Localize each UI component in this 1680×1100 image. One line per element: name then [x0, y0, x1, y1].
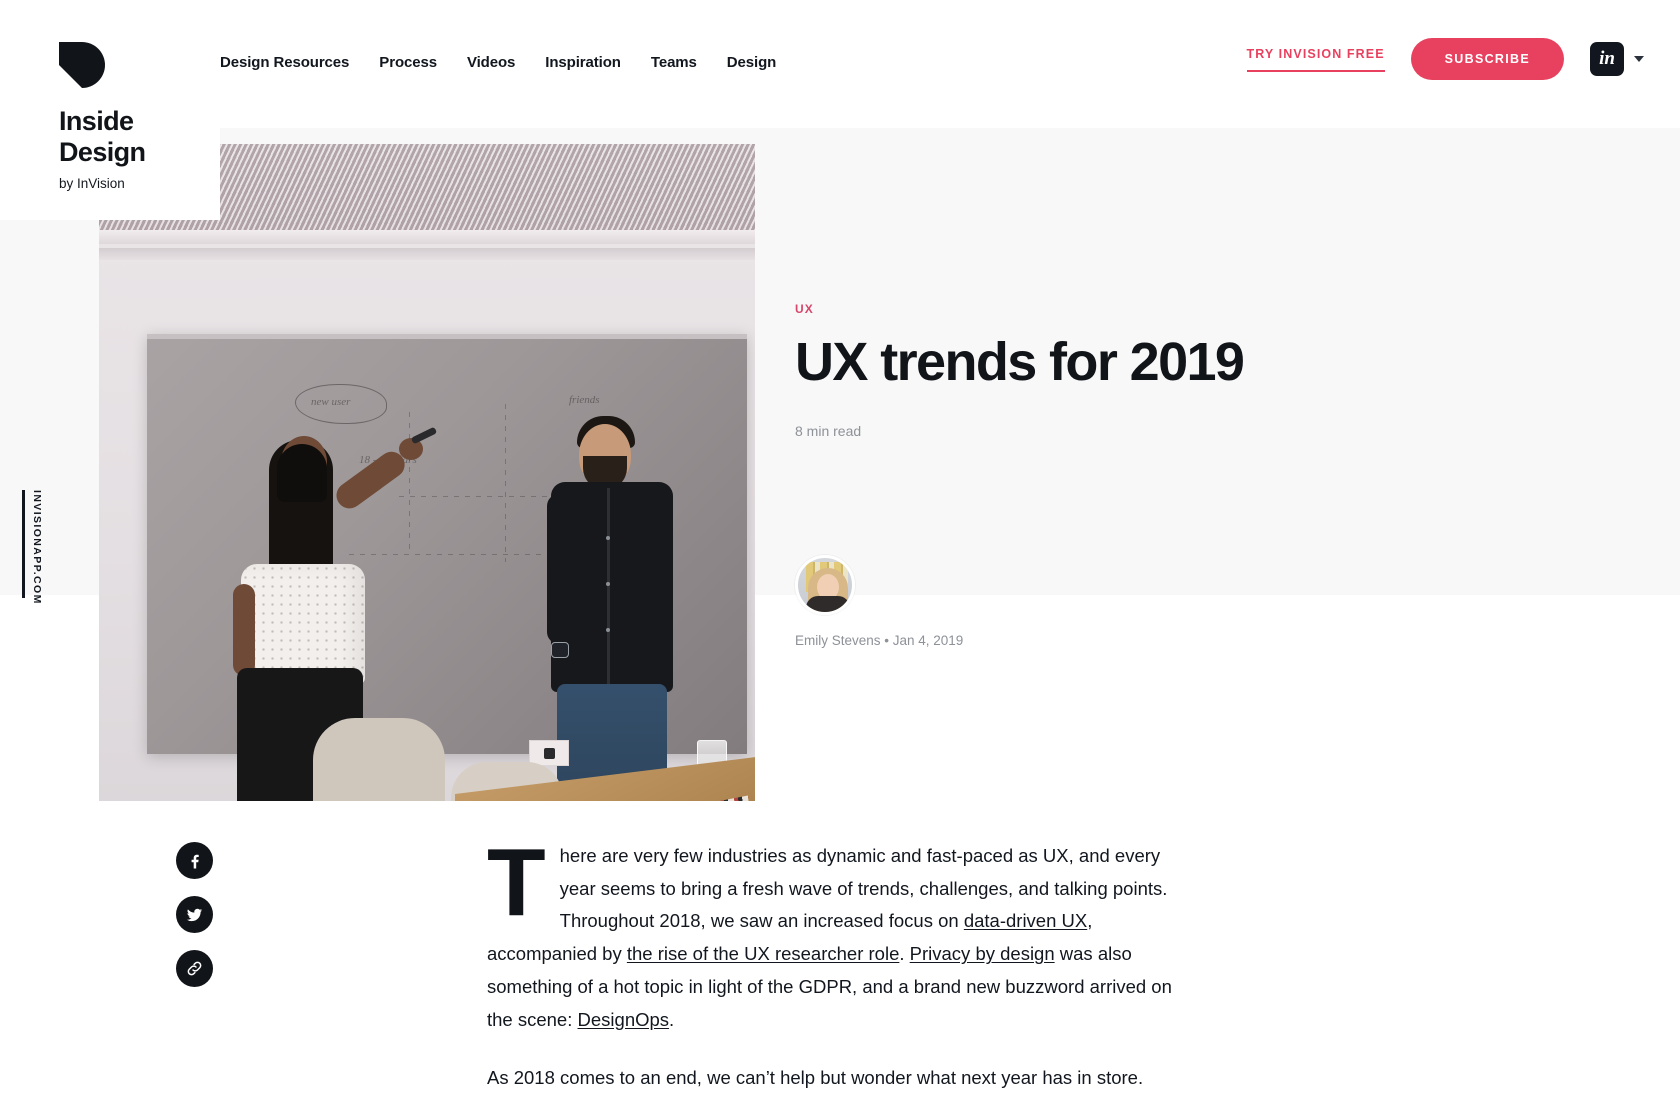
account-menu[interactable]: in [1590, 42, 1644, 76]
hero-shirt-button-1 [606, 536, 610, 540]
facebook-icon [191, 854, 199, 868]
hero-person-left-hair-top [277, 444, 327, 502]
hero-wall-rail [99, 248, 755, 260]
link-privacy-by-design[interactable]: Privacy by design [910, 943, 1055, 964]
subscribe-button[interactable]: SUBSCRIBE [1410, 38, 1564, 80]
nav-item-design-resources[interactable]: Design Resources [218, 50, 351, 75]
hero-person-right-shirt [551, 482, 673, 692]
avatar-torso [806, 596, 850, 612]
hero-board-note-3: friends [569, 394, 600, 406]
chevron-down-icon[interactable] [1634, 56, 1644, 62]
hero-person-right-placket [607, 488, 610, 688]
hero-wall-outlet-plug [544, 748, 555, 759]
copy-link-share-button[interactable] [176, 950, 213, 987]
hero-shirt-button-3 [606, 628, 610, 632]
nav-item-design[interactable]: Design [725, 50, 778, 75]
author-avatar[interactable] [795, 555, 855, 615]
hero-board-note-1: new user [311, 396, 351, 408]
hero-chair-1 [313, 718, 445, 801]
hero-shirt-button-2 [606, 582, 610, 586]
twitter-share-button[interactable] [176, 896, 213, 933]
logo-wordmark: Inside Design [59, 106, 220, 167]
site-url-vertical-tag: INVISIONAPP.COM [22, 490, 43, 605]
nav-item-videos[interactable]: Videos [465, 50, 517, 75]
nav-item-inspiration[interactable]: Inspiration [543, 50, 623, 75]
article-dropcap: T [487, 829, 546, 936]
link-icon [187, 961, 202, 976]
primary-navigation: Design Resources Process Videos Inspirat… [218, 50, 778, 75]
nav-item-process[interactable]: Process [377, 50, 439, 75]
nav-item-teams[interactable]: Teams [649, 50, 699, 75]
link-ux-researcher-role[interactable]: the rise of the UX researcher role [627, 943, 900, 964]
inside-design-d-icon [59, 42, 105, 88]
paragraph-run: . [669, 1008, 675, 1030]
site-logo[interactable]: Inside Design by InVision [0, 0, 220, 220]
try-invision-free-link[interactable]: TRY INVISION FREE [1246, 47, 1385, 72]
site-header: Design Resources Process Videos Inspirat… [0, 0, 1680, 128]
vertical-tag-label: INVISIONAPP.COM [31, 490, 43, 605]
article-category-tag[interactable]: UX [795, 302, 814, 316]
hero-whiteboard-edge [147, 334, 747, 339]
article-byline: Emily Stevens • Jan 4, 2019 [795, 555, 963, 648]
hero-wristwatch [551, 642, 569, 658]
logo-wordmark-line2: Design [59, 136, 146, 167]
article-hero-image: new user 18 - 25 years friends [99, 144, 755, 801]
article-paragraph-2: As 2018 comes to an end, we can’t help b… [487, 1062, 1177, 1095]
article-paragraph-1: There are very few industries as dynamic… [487, 829, 1177, 1036]
vertical-tag-rule [22, 490, 25, 598]
header-actions: TRY INVISION FREE SUBSCRIBE in [1246, 38, 1644, 80]
hero-person-left-shirt-pattern [241, 564, 365, 684]
byline-text: Emily Stevens • Jan 4, 2019 [795, 633, 964, 648]
logo-subtitle: by InVision [59, 176, 125, 191]
article-header: UX UX trends for 2019 8 min read [795, 300, 1435, 439]
paragraph-run: As 2018 comes to an end, we can’t help b… [487, 1067, 1144, 1089]
link-designops[interactable]: DesignOps [578, 1009, 670, 1030]
link-data-driven-ux[interactable]: data-driven UX [964, 910, 1087, 931]
social-share-rail [176, 842, 213, 1004]
hero-person-left-arm2 [233, 584, 255, 676]
hero-board-dash-v1 [409, 412, 410, 554]
page-title: UX trends for 2019 [795, 332, 1245, 392]
twitter-icon [186, 908, 203, 922]
invision-logo-icon[interactable]: in [1590, 42, 1624, 76]
paragraph-run: . [899, 943, 910, 965]
article-body: There are very few industries as dynamic… [487, 829, 1177, 1100]
page-root: Design Resources Process Videos Inspirat… [0, 0, 1680, 1100]
logo-wordmark-line1: Inside [59, 106, 134, 136]
hero-board-dash-v2 [505, 404, 506, 562]
facebook-share-button[interactable] [176, 842, 213, 879]
article-read-time: 8 min read [795, 423, 862, 440]
